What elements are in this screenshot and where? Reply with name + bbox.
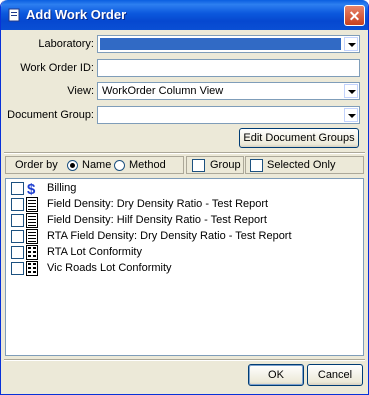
- svg-text:$: $: [27, 181, 36, 196]
- order-by-group: Order by Name Method: [5, 156, 184, 174]
- document-list[interactable]: $ Billing Field Density: Dry Density Rat…: [5, 178, 364, 356]
- document-checkbox[interactable]: [11, 246, 24, 259]
- order-by-name-label[interactable]: Name: [82, 159, 111, 171]
- view-select[interactable]: WorkOrder Column View: [97, 82, 360, 100]
- app-icon: [8, 8, 20, 22]
- separator: [4, 359, 365, 361]
- order-by-method-label[interactable]: Method: [129, 159, 166, 171]
- ok-button[interactable]: OK: [248, 364, 304, 386]
- grid-document-icon: [26, 261, 38, 276]
- order-by-method-radio[interactable]: [114, 160, 125, 171]
- view-label: View:: [67, 85, 94, 97]
- laboratory-label: Laboratory:: [38, 38, 94, 50]
- document-label: Vic Roads Lot Conformity: [47, 262, 172, 274]
- selected-only-checkbox[interactable]: [250, 159, 263, 172]
- window-title: Add Work Order: [26, 7, 127, 22]
- edit-document-groups-button[interactable]: Edit Document Groups: [239, 128, 359, 148]
- document-label: Field Density: Dry Density Ratio - Test …: [47, 198, 269, 210]
- document-label: Field Density: Hilf Density Ratio - Test…: [47, 214, 267, 226]
- document-group-select[interactable]: [97, 106, 360, 124]
- document-label: RTA Field Density: Dry Density Ratio - T…: [47, 230, 292, 242]
- work-order-id-input[interactable]: [97, 59, 360, 77]
- document-checkbox[interactable]: [11, 262, 24, 275]
- document-checkbox[interactable]: [11, 230, 24, 243]
- document-checkbox[interactable]: [11, 214, 24, 227]
- laboratory-selection-highlight: [100, 38, 341, 50]
- chevron-down-icon[interactable]: [344, 84, 358, 98]
- selected-only-frame: Selected Only: [245, 156, 364, 174]
- document-checkbox[interactable]: [11, 198, 24, 211]
- document-label: RTA Lot Conformity: [47, 246, 142, 258]
- laboratory-select[interactable]: [97, 35, 360, 53]
- title-bar[interactable]: Add Work Order ✕: [1, 0, 368, 30]
- document-label: Billing: [47, 182, 77, 194]
- document-icon: [26, 213, 38, 228]
- dollar-icon: $: [27, 181, 36, 196]
- document-icon: [26, 197, 38, 212]
- group-checkbox[interactable]: [192, 159, 205, 172]
- group-toggle-frame: Group: [186, 156, 244, 174]
- view-value: WorkOrder Column View: [102, 85, 224, 97]
- grid-document-icon: [26, 245, 38, 260]
- add-work-order-dialog: Add Work Order ✕ Laboratory: Work Order …: [0, 0, 369, 395]
- chevron-down-icon[interactable]: [344, 108, 358, 122]
- document-icon: [26, 229, 38, 244]
- order-by-name-radio[interactable]: [67, 160, 78, 171]
- document-checkbox[interactable]: [11, 182, 24, 195]
- group-label[interactable]: Group: [210, 159, 241, 171]
- order-by-label: Order by: [15, 159, 58, 171]
- work-order-id-label: Work Order ID:: [20, 62, 94, 74]
- close-button[interactable]: ✕: [344, 5, 365, 26]
- chevron-down-icon[interactable]: [344, 37, 358, 51]
- cancel-button[interactable]: Cancel: [307, 364, 363, 386]
- selected-only-label[interactable]: Selected Only: [267, 159, 335, 171]
- close-icon: ✕: [348, 8, 361, 24]
- separator: [4, 152, 365, 154]
- document-group-label: Document Group:: [7, 109, 94, 121]
